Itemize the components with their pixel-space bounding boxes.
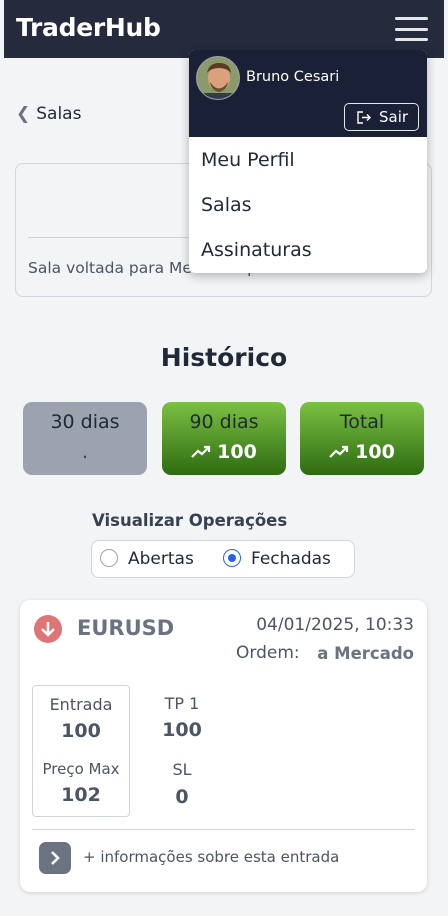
operation-card: EURUSD 04/01/2025, 10:33 Ordem: a Mercad… (20, 600, 427, 892)
brand-logo[interactable]: TraderHub (16, 13, 161, 42)
radio-label: Fechadas (251, 549, 331, 569)
radio-circle[interactable] (100, 549, 118, 567)
period-label: 90 dias (189, 411, 259, 433)
menu-icon[interactable] (395, 17, 428, 41)
stop-loss-label: SL (172, 760, 192, 779)
trend-up-icon (329, 445, 349, 458)
period-value: . (81, 441, 89, 463)
logout-icon (357, 111, 371, 124)
user-dropdown-menu: Bruno Cesari Sair Meu Perfil Salas Assin… (189, 50, 427, 273)
chevron-right-icon (51, 851, 60, 865)
period-value: 100 (217, 441, 257, 463)
history-title: Histórico (160, 343, 288, 372)
take-profit-value: 100 (162, 719, 202, 741)
period-value-row: 100 (300, 441, 424, 463)
logout-label: Sair (379, 108, 409, 126)
entry-value: 100 (61, 720, 101, 742)
expand-details-button[interactable] (39, 842, 71, 874)
stop-loss-value: 0 (175, 786, 189, 808)
order-type-label: Ordem: (236, 643, 300, 663)
order-type-value: a Mercado (317, 644, 414, 663)
period-total[interactable]: Total 100 (300, 402, 424, 475)
period-label: Total (339, 411, 385, 433)
entry-label: Entrada (49, 695, 113, 714)
radio-circle-checked[interactable] (223, 549, 241, 567)
arrow-down-icon (34, 615, 62, 643)
view-operations-radio-group: Abertas Fechadas (91, 540, 355, 578)
avatar (196, 56, 240, 100)
period-value: 100 (355, 441, 395, 463)
radio-open[interactable]: Abertas (100, 549, 194, 569)
back-link[interactable]: ❮ Salas (16, 104, 81, 124)
view-operations-label: Visualizar Operações (92, 511, 288, 530)
chevron-left-icon: ❮ (16, 104, 31, 124)
period-30-days[interactable]: 30 dias . (23, 402, 147, 475)
radio-label: Abertas (128, 549, 194, 569)
menu-item-profile[interactable]: Meu Perfil (201, 149, 295, 171)
user-name: Bruno Cesari (246, 69, 340, 85)
back-link-label: Salas (36, 104, 82, 124)
operation-datetime: 04/01/2025, 10:33 (256, 615, 414, 635)
max-price-label: Preço Max (42, 760, 120, 778)
more-info-text[interactable]: + informações sobre esta entrada (83, 848, 339, 866)
period-90-days[interactable]: 90 dias 100 (162, 402, 286, 475)
logout-button[interactable]: Sair (344, 103, 419, 131)
entry-box: Entrada 100 Preço Max 102 (32, 685, 130, 817)
max-price-value: 102 (61, 784, 101, 806)
take-profit-label: TP 1 (164, 694, 200, 713)
period-value-row: 100 (162, 441, 286, 463)
radio-closed[interactable]: Fechadas (223, 549, 331, 569)
operation-symbol: EURUSD (77, 616, 175, 640)
menu-item-rooms[interactable]: Salas (201, 194, 252, 216)
period-label: 30 dias (50, 411, 120, 433)
menu-item-subscriptions[interactable]: Assinaturas (201, 239, 312, 261)
user-menu-header: Bruno Cesari Sair (189, 50, 427, 137)
trend-up-icon (191, 445, 211, 458)
divider (32, 829, 415, 830)
